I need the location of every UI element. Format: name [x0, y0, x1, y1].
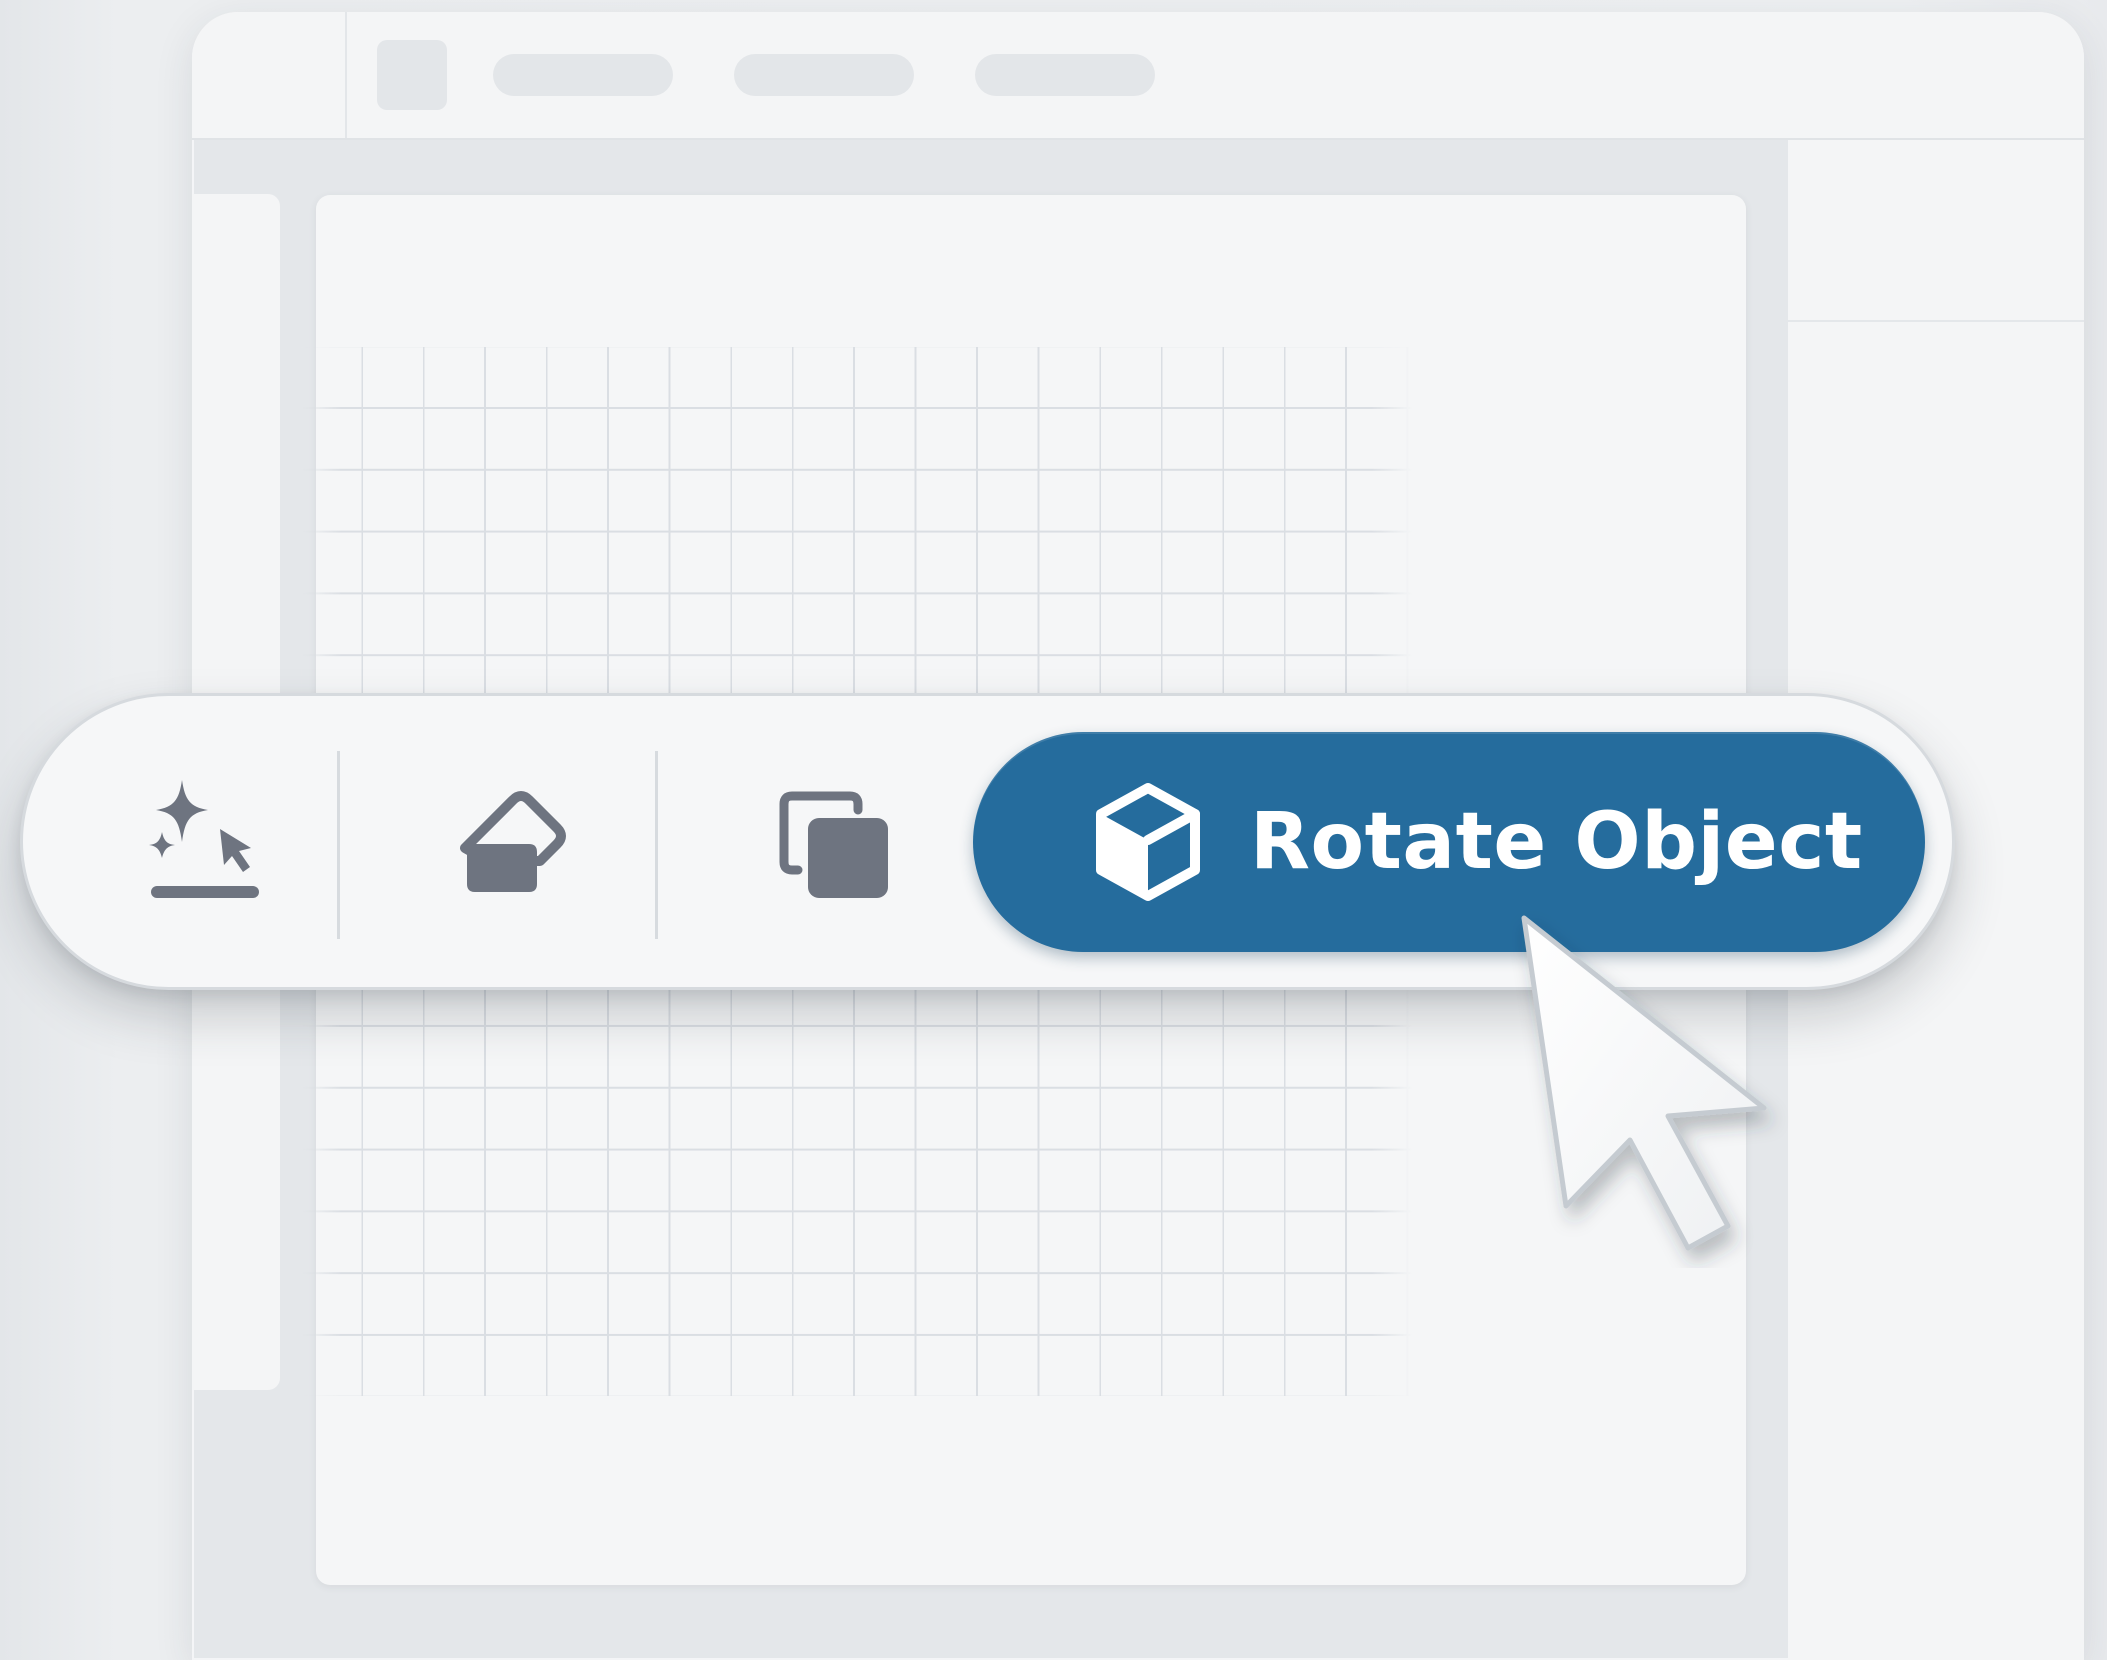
toolbar-separator	[655, 751, 658, 939]
menu-placeholder-2[interactable]	[734, 54, 914, 96]
right-panel-divider	[1788, 320, 2084, 322]
cube-icon	[1096, 783, 1200, 901]
eraser-icon	[460, 791, 566, 892]
floating-toolbar: Rotate Object	[20, 693, 1955, 990]
sparkle-cursor-icon	[149, 780, 259, 898]
eraser-tool-button[interactable]	[416, 736, 616, 946]
menu-placeholder-3[interactable]	[975, 54, 1155, 96]
title-bar	[192, 12, 2084, 140]
app-menu-placeholder[interactable]	[377, 40, 447, 110]
rotate-object-label: Rotate Object	[1250, 797, 1863, 887]
toolbar-separator	[337, 751, 340, 939]
duplicate-icon	[779, 791, 888, 898]
menu-placeholder-1[interactable]	[493, 54, 673, 96]
title-bar-divider	[345, 12, 347, 138]
rotate-object-button[interactable]: Rotate Object	[973, 732, 1925, 952]
duplicate-tool-button[interactable]	[733, 736, 933, 946]
ai-select-tool-button[interactable]	[99, 736, 299, 946]
